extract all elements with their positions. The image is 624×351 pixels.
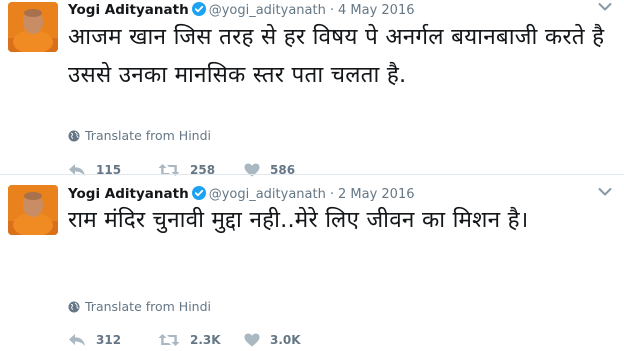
separator-dot: · xyxy=(329,187,334,202)
reply-icon xyxy=(69,334,85,346)
tweet-header: Yogi Adityanath @yogi_adityanath · 4 May 20… xyxy=(68,0,414,20)
translate-label: Translate from Hindi xyxy=(85,299,211,314)
tweet-date[interactable]: 2 May 2016 xyxy=(338,187,415,202)
verified-badge-icon xyxy=(191,186,206,200)
tweet-text: राम मंदिर चुनावी मुद्दा नही..मेरे लिए जी… xyxy=(68,207,529,233)
tweet-card[interactable]: Yogi Adityanath @yogi_adityanath · 2 May 20… xyxy=(0,174,624,350)
tweet-card[interactable]: Yogi Adityanath @yogi_adityanath · 4 May 20… xyxy=(0,0,624,177)
author-name[interactable]: Yogi Adityanath xyxy=(68,186,189,202)
tweet-date[interactable]: 4 May 2016 xyxy=(338,3,415,18)
translate-link[interactable]: Translate from Hindi xyxy=(68,299,211,314)
translate-link[interactable]: Translate from Hindi xyxy=(68,128,211,143)
reply-count: 312 xyxy=(96,333,122,347)
author-name[interactable]: Yogi Adityanath xyxy=(68,2,189,18)
separator-dot: · xyxy=(329,3,334,18)
globe-icon xyxy=(68,130,80,141)
tweet-text: आजम खान जिस तरह से हर विषय पे अनर्गल बया… xyxy=(68,24,605,88)
tweet-actions: 312 2.3K 3.0K xyxy=(68,330,334,350)
avatar[interactable] xyxy=(8,2,58,52)
author-handle[interactable]: @yogi_adityanath xyxy=(209,187,326,202)
reply-button[interactable]: 312 xyxy=(68,333,158,347)
translate-label: Translate from Hindi xyxy=(85,128,211,143)
verified-badge-icon xyxy=(191,2,206,16)
avatar[interactable] xyxy=(8,185,58,235)
chevron-down-icon[interactable] xyxy=(598,2,612,12)
like-button[interactable]: 3.0K xyxy=(244,333,334,347)
globe-icon xyxy=(68,301,80,312)
chevron-down-icon[interactable] xyxy=(598,187,612,197)
author-handle[interactable]: @yogi_adityanath xyxy=(209,3,326,18)
tweet-feed: Yogi Adityanath @yogi_adityanath · 4 May 20… xyxy=(0,0,624,350)
retweet-icon xyxy=(158,334,180,346)
retweet-count: 2.3K xyxy=(190,333,221,347)
heart-icon xyxy=(244,333,260,347)
retweet-button[interactable]: 2.3K xyxy=(158,333,244,347)
like-count: 3.0K xyxy=(270,333,301,347)
